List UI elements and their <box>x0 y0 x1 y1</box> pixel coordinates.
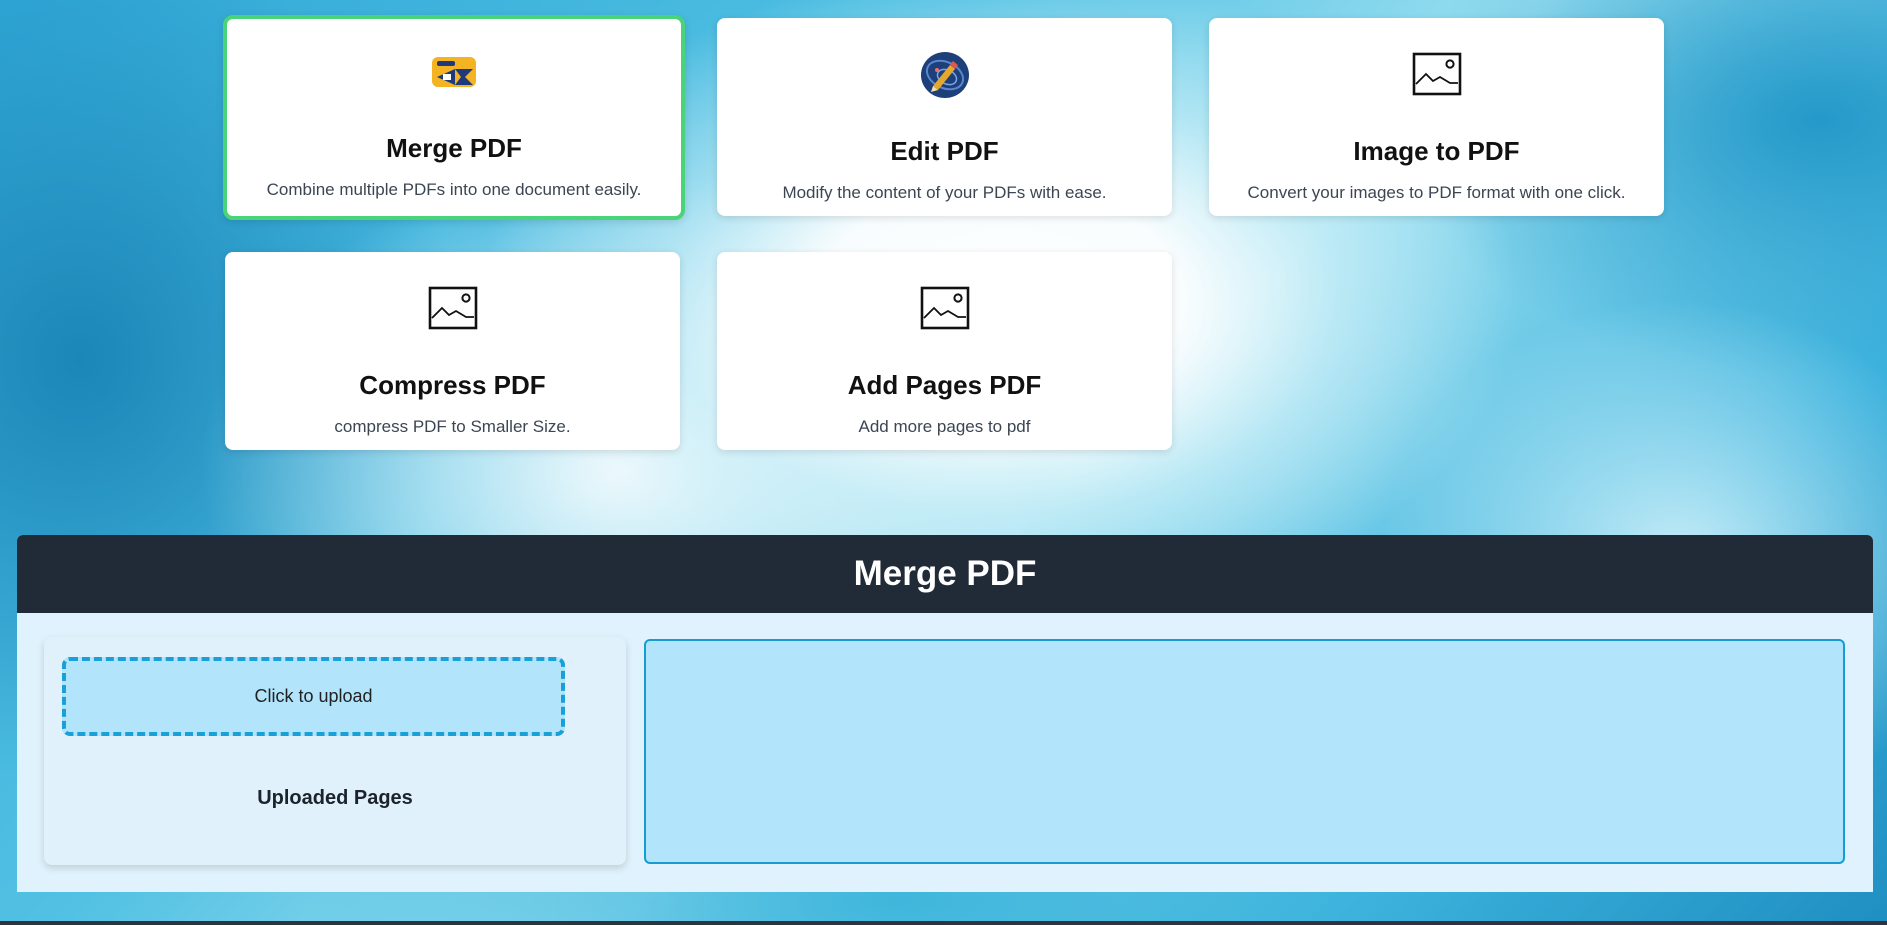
image-icon <box>1412 50 1462 100</box>
merge-pdf-panel: Merge PDF Click to upload Uploaded Pages <box>17 535 1873 892</box>
tool-card-description: Convert your images to PDF format with o… <box>1247 183 1626 202</box>
tool-card-merge-pdf[interactable]: Merge PDF Combine multiple PDFs into one… <box>223 15 685 220</box>
tool-card-description: Modify the content of your PDFs with eas… <box>782 183 1107 202</box>
tool-card-compress-pdf[interactable]: Compress PDF compress PDF to Smaller Siz… <box>225 252 680 450</box>
pdf-preview-area <box>644 639 1845 864</box>
uploaded-pages-heading: Uploaded Pages <box>257 787 413 809</box>
tool-card-title: Compress PDF <box>359 370 546 400</box>
image-icon <box>920 284 970 334</box>
tool-card-edit-pdf[interactable]: Edit PDF Modify the content of your PDFs… <box>717 18 1172 216</box>
upload-sidebar: Click to upload Uploaded Pages <box>44 637 626 865</box>
panel-title: Merge PDF <box>17 535 1873 613</box>
tool-card-image-to-pdf[interactable]: Image to PDF Convert your images to PDF … <box>1209 18 1664 216</box>
tool-card-description: compress PDF to Smaller Size. <box>334 417 571 436</box>
tool-card-title: Edit PDF <box>890 136 999 166</box>
tool-card-description: Combine multiple PDFs into one document … <box>266 180 642 199</box>
upload-dropzone[interactable]: Click to upload <box>62 657 565 736</box>
tool-card-description: Add more pages to pdf <box>858 417 1031 436</box>
image-icon <box>428 284 478 334</box>
tool-card-title: Merge PDF <box>386 133 522 163</box>
edit-icon <box>920 50 970 100</box>
merge-icon <box>429 47 479 97</box>
window-bottom-border <box>0 921 1887 925</box>
tool-card-title: Image to PDF <box>1353 136 1520 166</box>
tool-card-add-pages-pdf[interactable]: Add Pages PDF Add more pages to pdf <box>717 252 1172 450</box>
tool-card-title: Add Pages PDF <box>847 370 1042 400</box>
